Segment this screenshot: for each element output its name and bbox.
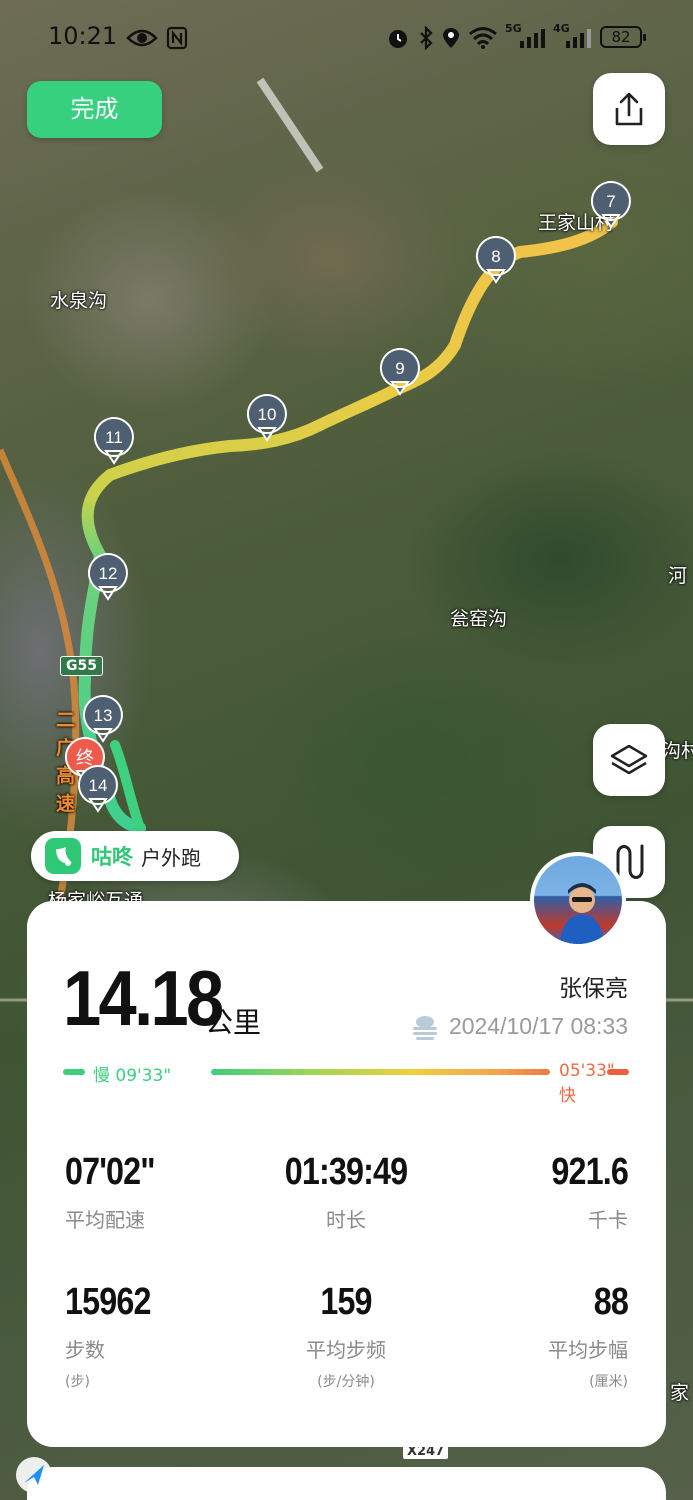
done-button[interactable]: 完成 xyxy=(27,81,162,138)
metric-unit: (厘米) xyxy=(589,1374,628,1390)
signal-4g-icon xyxy=(566,29,591,48)
metric-value: 15962 xyxy=(65,1281,151,1323)
km-marker-12-label: 12 xyxy=(99,564,118,583)
battery-icon: 82 xyxy=(600,26,646,48)
bottom-sheet[interactable] xyxy=(27,1467,666,1500)
metric-label: 平均步频 xyxy=(306,1338,386,1362)
metric-calories: 921.6 千卡 xyxy=(428,1151,628,1233)
metric-label: 平均步幅 xyxy=(548,1338,628,1362)
map-layers-button[interactable] xyxy=(593,724,665,796)
nfc-icon xyxy=(166,26,188,50)
cloudy-icon xyxy=(412,1015,437,1040)
pace-gradient-bar xyxy=(211,1069,550,1075)
km-marker-7[interactable]: 7 xyxy=(590,181,631,229)
status-time: 10:21 xyxy=(48,22,118,50)
metric-stride: 88 平均步幅 (厘米) xyxy=(428,1281,629,1391)
pace-slow-label: 慢 09'33" xyxy=(93,1066,172,1086)
distance-value: 14.18 xyxy=(63,954,224,1042)
metric-steps: 15962 步数 (步) xyxy=(65,1281,265,1391)
km-marker-8[interactable]: 8 xyxy=(475,236,516,284)
alarm-icon xyxy=(389,30,407,48)
user-avatar[interactable] xyxy=(530,852,626,948)
metric-cadence: 159 平均步频 (步/分钟) xyxy=(246,1281,446,1391)
weather-date-row: 2024/10/17 08:33 xyxy=(411,1013,628,1040)
km-marker-13-label: 13 xyxy=(94,706,113,725)
codoon-logo-icon xyxy=(45,838,81,874)
metric-value: 07'02" xyxy=(65,1151,156,1193)
metric-unit: (步/分钟) xyxy=(317,1374,375,1390)
km-marker-7-label: 7 xyxy=(606,192,615,211)
bluetooth-icon xyxy=(420,26,433,50)
km-marker-14[interactable]: 14 xyxy=(77,765,118,813)
km-marker-9[interactable]: 9 xyxy=(379,348,420,396)
place-label-jia: 家 xyxy=(670,1382,690,1404)
record-datetime: 2024/10/17 08:33 xyxy=(448,1013,628,1039)
km-marker-10[interactable]: 10 xyxy=(246,394,287,442)
metric-value: 921.6 xyxy=(551,1151,628,1193)
app-badge: 咕咚 户外跑 xyxy=(31,831,239,881)
metric-avg-pace: 07'02" 平均配速 xyxy=(65,1151,265,1233)
pace-legend: 慢 09'33" 05'33" 快 xyxy=(63,1061,629,1106)
metric-duration: 01:39:49 时长 xyxy=(246,1151,446,1233)
km-marker-12[interactable]: 12 xyxy=(87,553,128,601)
app-name: 咕咚 xyxy=(91,845,133,869)
km-marker-10-label: 10 xyxy=(258,405,277,424)
layers-icon xyxy=(610,744,648,775)
km-marker-14-label: 14 xyxy=(89,776,108,795)
pace-slow-swatch xyxy=(63,1069,85,1075)
activity-type: 户外跑 xyxy=(141,845,201,870)
metric-value: 01:39:49 xyxy=(284,1151,408,1193)
locate-arrow-icon[interactable] xyxy=(14,1455,54,1495)
metric-label: 千卡 xyxy=(588,1208,628,1232)
share-icon xyxy=(615,92,643,126)
status-bar: 10:21 5G 4G 82 xyxy=(0,18,693,58)
km-marker-11-label: 11 xyxy=(105,428,123,447)
metric-value: 159 xyxy=(320,1281,372,1323)
metric-unit: (步) xyxy=(65,1374,90,1390)
location-icon xyxy=(443,28,459,48)
share-button[interactable] xyxy=(593,73,665,145)
metric-value: 88 xyxy=(593,1281,629,1323)
km-marker-11[interactable]: 11 xyxy=(93,417,134,465)
wifi-icon xyxy=(469,27,497,49)
stats-card: 14.18 公里 张保亮 2024/10/17 08:33 慢 09'33" 0… xyxy=(27,901,666,1447)
km-marker-9-label: 9 xyxy=(395,359,404,378)
km-marker-end-label: 终 xyxy=(76,748,94,769)
metric-label: 平均配速 xyxy=(65,1208,145,1232)
signal-5g-icon xyxy=(520,29,545,48)
metric-label: 时长 xyxy=(326,1208,366,1232)
metric-label: 步数 xyxy=(65,1338,105,1362)
avatar-photo xyxy=(560,883,604,944)
km-marker-8-label: 8 xyxy=(491,247,500,266)
pace-fast-label: 05'33" 快 xyxy=(559,1061,615,1106)
distance-unit: 公里 xyxy=(205,1006,262,1039)
user-name: 张保亮 xyxy=(559,976,628,1002)
km-marker-13[interactable]: 13 xyxy=(82,695,123,743)
pace-fast-swatch xyxy=(607,1069,629,1075)
eye-icon xyxy=(126,29,158,47)
